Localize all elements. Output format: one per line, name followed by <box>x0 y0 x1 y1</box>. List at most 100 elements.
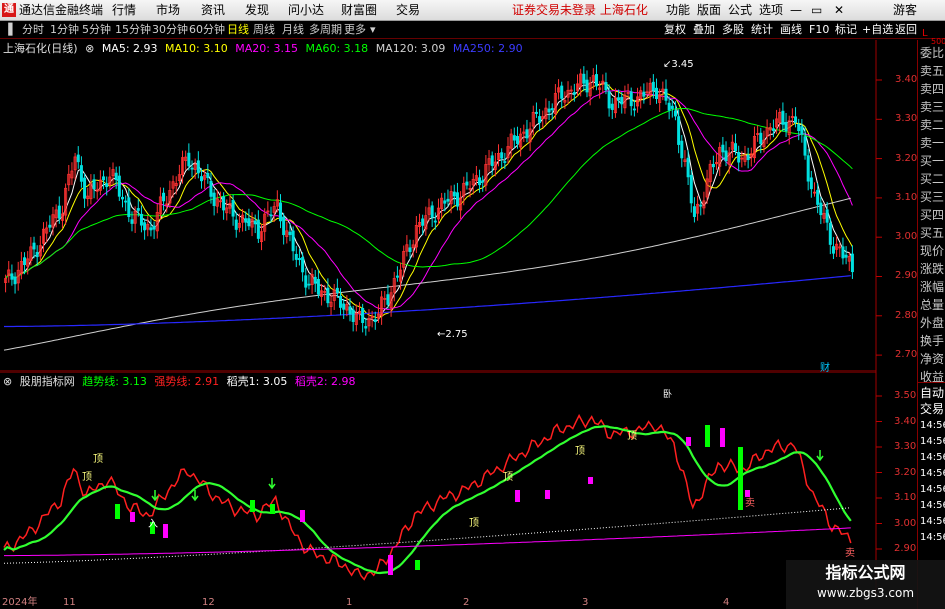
candle-body <box>162 192 166 202</box>
quote-label[interactable]: 卖一 <box>920 136 944 151</box>
legend-toggle-icon[interactable]: ⊗ <box>85 42 94 55</box>
quote-label[interactable]: 买三 <box>920 190 944 205</box>
user-label[interactable]: 游客 <box>893 3 917 18</box>
top-signal: 顶 <box>575 446 585 457</box>
x-tick: 4 <box>723 597 730 608</box>
quote-label[interactable]: 卖五 <box>920 64 944 79</box>
menu-gongshi[interactable]: 公式 <box>728 3 752 18</box>
tf-15min[interactable]: 15分钟 <box>115 23 151 37</box>
quote-label[interactable]: 买五 <box>920 226 944 241</box>
signal-bar <box>270 504 275 514</box>
indicator-chart[interactable] <box>0 372 917 597</box>
sidebar-toggle-icon[interactable]: ▐ <box>4 23 12 37</box>
candle-body <box>746 154 750 161</box>
main-ytick: 3.20 <box>895 153 918 164</box>
quote-label[interactable]: 卖三 <box>920 100 944 115</box>
minimize-icon[interactable]: — <box>790 3 802 18</box>
tf-multi[interactable]: 多周期 <box>309 23 342 37</box>
candle-body <box>102 176 106 181</box>
auto-trade-label[interactable]: 自动 <box>920 386 944 401</box>
quote-label[interactable]: 现价 <box>920 244 944 259</box>
quote-label[interactable]: 买一 <box>920 154 944 169</box>
menu-shichang[interactable]: 市场 <box>156 3 180 18</box>
app-title: 通达信金融终端 <box>19 3 104 17</box>
quote-label[interactable]: 卖四 <box>920 82 944 97</box>
sell-signal: 卖 <box>745 498 755 509</box>
candle-body <box>452 191 456 197</box>
candle-body <box>503 161 507 163</box>
menu-xuanxiang[interactable]: 选项 <box>759 3 783 18</box>
quote-label[interactable]: 买二 <box>920 172 944 187</box>
candle-body <box>819 202 823 216</box>
entry-signal: 入 <box>148 519 158 530</box>
tf-5min[interactable]: 5分钟 <box>82 23 111 37</box>
legend-toggle-icon[interactable]: ⊗ <box>3 375 12 388</box>
tool-duogu[interactable]: 多股 <box>722 23 744 37</box>
candle-body <box>721 144 725 153</box>
menu-faxian[interactable]: 发现 <box>245 3 269 18</box>
menu-gongneng[interactable]: 功能 <box>666 3 690 18</box>
signal-bar <box>130 512 135 522</box>
daoke2-label: 稻壳2: 2.98 <box>294 375 356 388</box>
tf-fenshi[interactable]: 分时 <box>22 23 44 37</box>
menu-zixun[interactable]: 资讯 <box>201 3 225 18</box>
candle-body <box>759 132 763 144</box>
candle-body <box>247 218 251 227</box>
tf-more[interactable]: 更多 <box>344 23 366 37</box>
candle-body <box>797 124 801 132</box>
candlestick-chart[interactable] <box>0 40 917 372</box>
candle-body <box>297 258 301 261</box>
quote-label[interactable]: 总量 <box>920 298 944 313</box>
top-signal: 顶 <box>627 431 637 442</box>
candle-body <box>256 219 260 239</box>
restore-icon[interactable]: ▭ <box>811 3 822 18</box>
quote-label[interactable]: 买四 <box>920 208 944 223</box>
candle-body <box>294 253 298 260</box>
candle-body <box>326 287 330 304</box>
candle-body <box>632 108 636 111</box>
quote-label[interactable]: 外盘 <box>920 316 944 331</box>
tf-month[interactable]: 月线 <box>282 23 304 37</box>
candle-body <box>850 253 854 273</box>
tool-fanhui[interactable]: 返回 <box>895 23 917 37</box>
tf-1min[interactable]: 1分钟 <box>50 23 79 37</box>
candle-body <box>550 108 554 111</box>
menu-caifuquan[interactable]: 财富圈 <box>341 3 377 18</box>
login-notice[interactable]: 证券交易未登录 上海石化 <box>512 3 648 18</box>
tool-fuquan[interactable]: 复权 <box>664 23 686 37</box>
tool-zixuan[interactable]: +自选 <box>862 23 893 37</box>
quote-label[interactable]: 净资 <box>920 352 944 367</box>
quote-label[interactable]: 卖二 <box>920 118 944 133</box>
quote-label[interactable]: 涨幅 <box>920 280 944 295</box>
menu-jiaoyi[interactable]: 交易 <box>396 3 420 18</box>
ma120-label: MA120: 3.09 <box>375 42 446 55</box>
tf-30min[interactable]: 30分钟 <box>152 23 188 37</box>
tool-biaoji[interactable]: 标记 <box>835 23 857 37</box>
quote-label[interactable]: 委比 <box>920 46 944 61</box>
candle-body <box>48 224 52 228</box>
tool-f10[interactable]: F10 <box>809 23 829 37</box>
tf-60min[interactable]: 60分钟 <box>189 23 225 37</box>
tool-tongji[interactable]: 统计 <box>751 23 773 37</box>
auto-trade-label[interactable]: 交易 <box>920 402 944 417</box>
trade-time: 14:56 <box>920 420 945 431</box>
quote-label[interactable]: 涨跌 <box>920 262 944 277</box>
quote-label[interactable]: 换手 <box>920 334 944 349</box>
candle-body <box>433 220 437 223</box>
candle-body <box>547 108 551 113</box>
menu-banmian[interactable]: 版面 <box>697 3 721 18</box>
close-icon[interactable]: ✕ <box>834 3 844 18</box>
menu-hangqing[interactable]: 行情 <box>112 3 136 18</box>
tool-diejia[interactable]: 叠加 <box>693 23 715 37</box>
menu-wenxiaoda[interactable]: 问小达 <box>288 3 324 18</box>
more-chevron-icon[interactable]: ▾ <box>370 23 376 37</box>
candle-body <box>187 152 191 167</box>
watermark-title: 指标公式网 <box>825 563 906 582</box>
candle-body <box>490 155 494 166</box>
tool-huaxian[interactable]: 画线 <box>780 23 802 37</box>
candle-body <box>711 163 715 168</box>
candle-body <box>800 126 804 135</box>
candle-body <box>127 197 131 218</box>
tf-day[interactable]: 日线 <box>227 23 249 37</box>
tf-week[interactable]: 周线 <box>253 23 275 37</box>
